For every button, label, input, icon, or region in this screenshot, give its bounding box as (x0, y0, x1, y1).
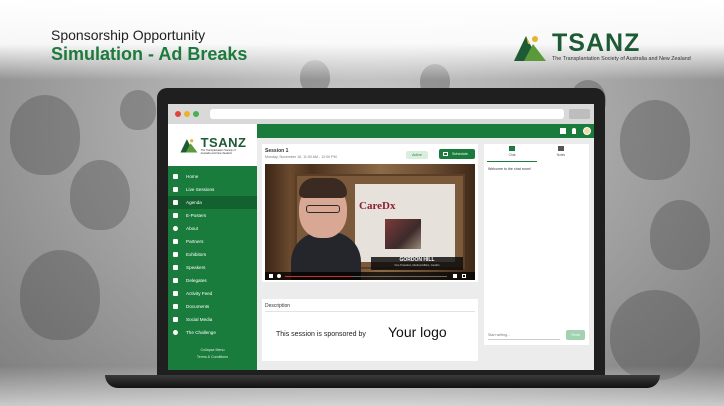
address-bar[interactable] (210, 109, 564, 119)
sidebar-item-label: The Challenge (186, 330, 216, 335)
sidebar-item-speakers[interactable]: Speakers (168, 261, 257, 274)
partners-icon (173, 239, 178, 244)
sidebar-item-label: Delegates (186, 278, 207, 283)
brand-tagline: The Transplantation Society of Australia… (552, 56, 691, 62)
browser-menu-button[interactable] (569, 109, 590, 119)
volume-icon[interactable] (277, 274, 281, 278)
sponsor-logo-placeholder: Your logo (388, 324, 447, 340)
poster-icon (173, 213, 178, 218)
minimize-dot-icon[interactable] (184, 111, 190, 117)
sidebar: TSANZ The Transplantation Society of Aus… (168, 124, 257, 370)
collapse-menu-button[interactable]: Collapse Menu (168, 348, 257, 352)
chat-welcome-message: Welcome to the chat room! (488, 167, 531, 171)
caredx-backdrop-logo: CareDx (359, 200, 396, 212)
live-sessions-icon (173, 187, 178, 192)
chat-input[interactable] (488, 330, 560, 340)
tsanz-brand: TSANZ The Transplantation Society of Aus… (512, 30, 691, 62)
description-label: Description (265, 303, 291, 309)
session-card: Session 1 Monday, November 16, 11:00 AM … (262, 144, 478, 282)
sidebar-item-label: Home (186, 174, 199, 179)
sidebar-footer: Collapse Menu Terms & Conditions (168, 348, 257, 362)
video-progress-bar[interactable] (285, 275, 447, 277)
sidebar-item-label: Partners (186, 239, 204, 244)
home-icon (173, 174, 178, 179)
exhibitors-icon (173, 252, 178, 257)
sidebar-item-label: Exhibitors (186, 252, 207, 257)
laptop-screen: TSANZ The Transplantation Society of Aus… (168, 104, 594, 370)
pause-icon[interactable] (269, 274, 273, 278)
slide-heading: Sponsorship Opportunity Simulation - Ad … (51, 27, 247, 65)
sidebar-item-the-challenge[interactable]: The Challenge (168, 326, 257, 339)
sidebar-item-about[interactable]: About (168, 222, 257, 235)
speaker-name: GORDON HILL (399, 257, 435, 263)
sidebar-item-label: Live Sessions (186, 187, 215, 192)
sidebar-item-label: About (186, 226, 199, 231)
flag-icon[interactable] (560, 128, 566, 134)
sidebar-item-exhibitors[interactable]: Exhibitors (168, 248, 257, 261)
sidebar-item-label: Activity Feed (186, 291, 213, 296)
session-title: Session 1 (265, 148, 289, 154)
speakers-icon (173, 265, 178, 270)
sidebar-item-delegates[interactable]: Delegates (168, 274, 257, 287)
tsanz-logo-icon (180, 139, 198, 153)
sidebar-item-label: E-Posters (186, 213, 207, 218)
speaker-glasses (306, 205, 340, 213)
sidebar-item-label: Social Media (186, 317, 213, 322)
share-icon (173, 291, 178, 296)
sidebar-item-label: Agenda (186, 200, 202, 205)
calendar-icon (173, 200, 178, 205)
sponsor-text: This session is sponsored by (276, 331, 366, 338)
sidebar-item-home[interactable]: Home (168, 170, 257, 183)
bell-icon[interactable] (572, 128, 576, 134)
fullscreen-icon[interactable] (462, 274, 466, 278)
sidebar-item-label: Documents (186, 304, 210, 309)
tab-notes[interactable]: Notes (546, 146, 576, 157)
calendar-icon (443, 152, 448, 156)
close-dot-icon[interactable] (175, 111, 181, 117)
laptop-base (105, 375, 660, 388)
speaker-nameplate: GORDON HILL Vice President, Medical Affa… (371, 257, 463, 270)
schedule-button[interactable]: Schedule (439, 149, 475, 159)
sidebar-item-live-sessions[interactable]: Live Sessions (168, 183, 257, 196)
sidebar-logo[interactable]: TSANZ The Transplantation Society of Aus… (168, 124, 257, 166)
wall-photo (385, 219, 421, 249)
sidebar-item-partners[interactable]: Partners (168, 235, 257, 248)
slide-title: Simulation - Ad Breaks (51, 44, 248, 64)
tsanz-logo-icon (514, 36, 546, 61)
social-media-icon (173, 317, 178, 322)
delegates-icon (173, 278, 178, 283)
notes-icon (558, 146, 564, 151)
sidebar-item-documents[interactable]: Documents (168, 300, 257, 313)
description-card: Description This session is sponsored by… (262, 299, 478, 361)
tab-chat[interactable]: Chat (497, 146, 527, 157)
chat-panel: Chat Notes Welcome to the chat room! Sen… (484, 144, 589, 345)
document-icon (173, 304, 178, 309)
brand-name: TSANZ (552, 29, 641, 57)
video-player[interactable]: CareDx GORDON HILL Vice President, Medic… (265, 164, 475, 280)
avatar[interactable] (583, 127, 591, 135)
settings-icon[interactable] (453, 274, 457, 278)
maximize-dot-icon[interactable] (193, 111, 199, 117)
send-button[interactable]: Send (566, 330, 585, 340)
sidebar-nav: Home Live Sessions Agenda E-Posters About Par… (168, 170, 257, 339)
sidebar-logo-name: TSANZ (200, 134, 247, 150)
slide-subtitle: Sponsorship Opportunity (51, 27, 206, 43)
speaker-role: Vice President, Medical Affairs, CareDx (394, 264, 440, 267)
video-controls (265, 272, 475, 280)
challenge-icon (173, 330, 178, 335)
sidebar-item-agenda[interactable]: Agenda (168, 196, 257, 209)
video-progress-fill (285, 275, 354, 277)
info-icon (173, 226, 178, 231)
browser-chrome (168, 104, 594, 124)
session-date: Monday, November 16, 11:00 AM - 12:00 PM (265, 155, 337, 159)
terms-link[interactable]: Terms & Conditions (168, 355, 257, 359)
status-badge: Active (406, 151, 428, 159)
top-bar (257, 124, 594, 138)
sidebar-item-label: Speakers (186, 265, 206, 270)
sidebar-item-e-posters[interactable]: E-Posters (168, 209, 257, 222)
sidebar-item-activity-feed[interactable]: Activity Feed (168, 287, 257, 300)
chat-icon (509, 146, 515, 151)
schedule-label: Schedule (452, 152, 468, 156)
sidebar-item-social-media[interactable]: Social Media (168, 313, 257, 326)
